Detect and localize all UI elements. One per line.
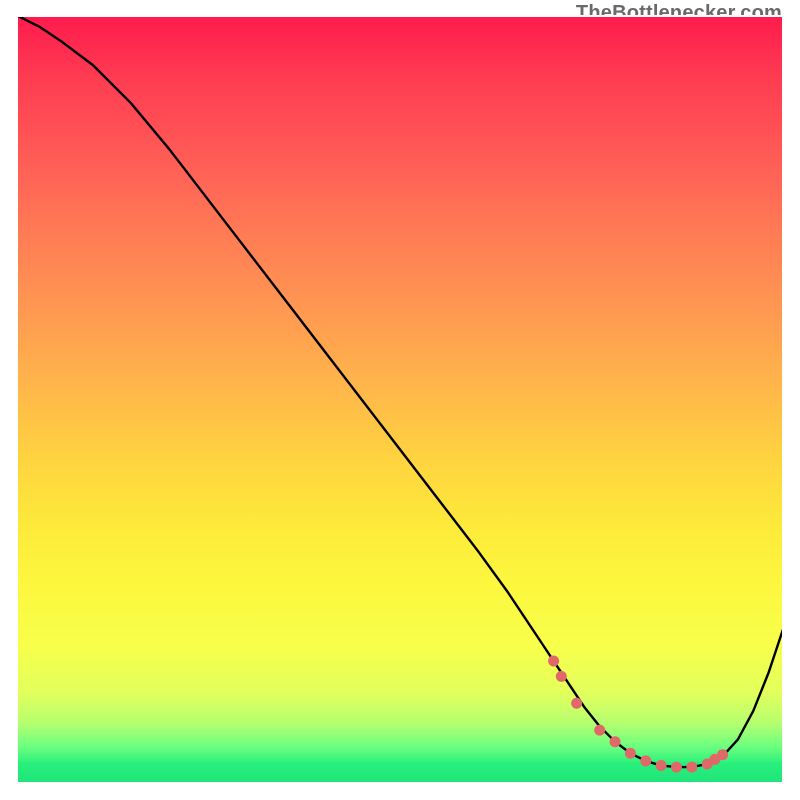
chart-canvas: TheBottlenecker.com xyxy=(0,0,800,800)
bottleneck-curve xyxy=(16,15,784,767)
plot-area xyxy=(16,15,784,784)
marker-dot xyxy=(640,755,651,766)
marker-dot xyxy=(686,762,697,773)
curve-line-group xyxy=(16,15,784,767)
marker-dot xyxy=(717,749,728,760)
marker-dot xyxy=(548,655,559,666)
marker-dot xyxy=(656,760,667,771)
marker-dot xyxy=(594,725,605,736)
marker-dot xyxy=(571,698,582,709)
marker-dot xyxy=(671,762,682,773)
chart-svg xyxy=(16,15,784,784)
marker-dot xyxy=(610,736,621,747)
marker-dot xyxy=(556,671,567,682)
marker-dots-group xyxy=(548,655,728,772)
marker-dot xyxy=(625,748,636,759)
